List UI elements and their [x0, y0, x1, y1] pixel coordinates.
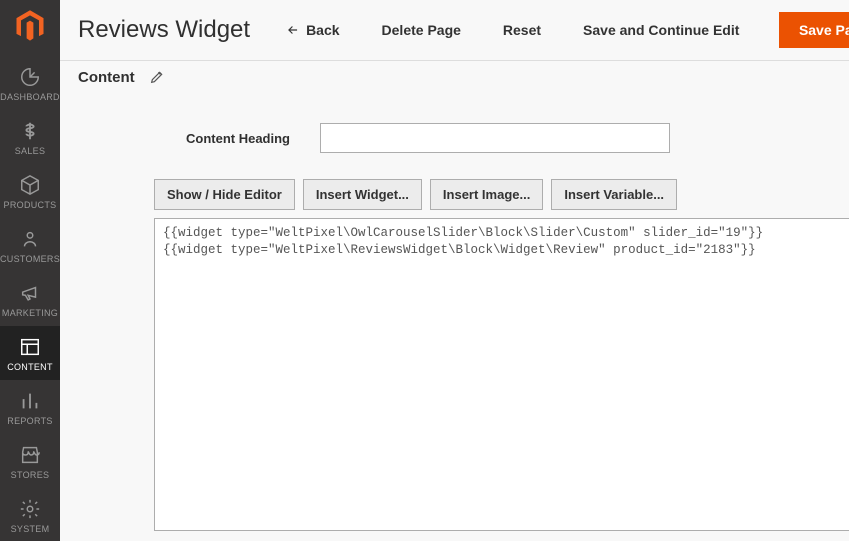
- sidebar-item-label: STORES: [11, 470, 50, 480]
- gear-icon: [19, 498, 41, 520]
- sidebar-item-products[interactable]: PRODUCTS: [0, 164, 60, 218]
- dollar-icon: [19, 120, 41, 142]
- page-header: Reviews Widget Back Delete Page Reset Sa…: [60, 0, 849, 61]
- sidebar-item-content[interactable]: CONTENT: [0, 326, 60, 380]
- sidebar-item-sales[interactable]: SALES: [0, 110, 60, 164]
- sidebar-item-stores[interactable]: STORES: [0, 434, 60, 488]
- arrow-left-icon: [286, 23, 300, 37]
- insert-widget-button[interactable]: Insert Widget...: [303, 179, 422, 210]
- layout-icon: [19, 336, 41, 358]
- insert-variable-button[interactable]: Insert Variable...: [551, 179, 677, 210]
- megaphone-icon: [19, 282, 41, 304]
- sidebar-item-label: CUSTOMERS: [0, 254, 60, 264]
- back-button[interactable]: Back: [274, 14, 351, 46]
- sidebar-item-reports[interactable]: REPORTS: [0, 380, 60, 434]
- magento-logo: [12, 8, 48, 44]
- sidebar-item-label: SALES: [15, 146, 46, 156]
- show-hide-editor-button[interactable]: Show / Hide Editor: [154, 179, 295, 210]
- section-title: Content: [78, 69, 135, 86]
- sidebar-item-label: PRODUCTS: [4, 200, 57, 210]
- box-icon: [19, 174, 41, 196]
- sidebar-item-marketing[interactable]: MARKETING: [0, 272, 60, 326]
- sidebar-item-label: SYSTEM: [11, 524, 50, 534]
- sidebar-item-customers[interactable]: CUSTOMERS: [0, 218, 60, 272]
- save-continue-button[interactable]: Save and Continue Edit: [571, 14, 751, 46]
- page-title: Reviews Widget: [78, 16, 250, 44]
- sidebar-item-dashboard[interactable]: DASHBOARD: [0, 56, 60, 110]
- content-heading-label: Content Heading: [180, 131, 320, 146]
- insert-image-button[interactable]: Insert Image...: [430, 179, 543, 210]
- person-icon: [19, 228, 41, 250]
- sidebar-item-system[interactable]: SYSTEM: [0, 488, 60, 542]
- barchart-icon: [19, 390, 41, 412]
- sidebar-item-label: DASHBOARD: [0, 92, 60, 102]
- gauge-icon: [19, 66, 41, 88]
- storefront-icon: [19, 444, 41, 466]
- sidebar-item-label: REPORTS: [7, 416, 52, 426]
- content-heading-input[interactable]: [320, 123, 670, 153]
- sidebar-item-label: CONTENT: [7, 362, 53, 372]
- content-editor[interactable]: [154, 218, 849, 531]
- sidebar-item-label: MARKETING: [2, 308, 58, 318]
- reset-button[interactable]: Reset: [491, 14, 553, 46]
- save-page-button[interactable]: Save Page: [779, 12, 849, 48]
- delete-page-button[interactable]: Delete Page: [370, 14, 473, 46]
- edit-icon[interactable]: [149, 69, 165, 85]
